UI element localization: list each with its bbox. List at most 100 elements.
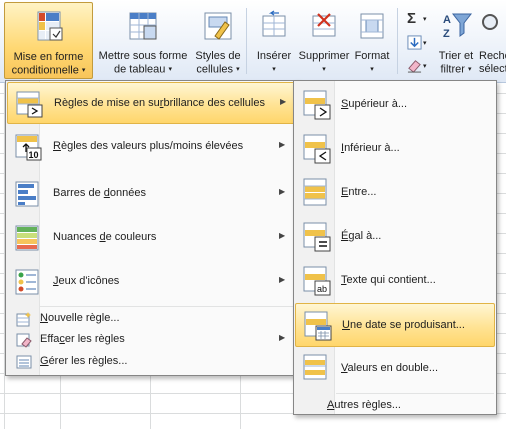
conditional-formatting-button[interactable]: Mise en forme conditionnelle ▾ [4, 2, 93, 79]
dropdown-caret: ▾ [272, 66, 276, 73]
sort-filter-icon: A Z [443, 13, 473, 40]
submenu-item-label: Égal à... [341, 230, 382, 242]
cell-styles-button[interactable]: Styles de cellules ▾ [193, 2, 243, 79]
submenu-item-text-contains[interactable]: ab Texte qui contient... [295, 259, 495, 303]
svg-text:Z: Z [443, 28, 450, 40]
menu-item-new-rule[interactable]: Nouvelle règle... [7, 308, 297, 329]
menu-item-color-scales[interactable]: Nuances de couleurs ▶ [7, 217, 297, 259]
sort-filter-button[interactable]: A Z Trier et filtrer ▾ [433, 2, 479, 79]
color-scales-icon [15, 225, 39, 251]
manage-rules-icon [16, 355, 32, 369]
delete-label: Supprimer ▾ [298, 50, 350, 73]
top-bottom-rules-icon: 10 [15, 134, 42, 161]
less-than-icon [303, 134, 331, 164]
conditional-formatting-menu: Règles de mise en surbrillance des cellu… [5, 80, 299, 376]
submenu-item-label: Valeurs en double... [341, 362, 439, 374]
insert-label: Insérer ▾ [256, 50, 292, 73]
menu-item-top-bottom-rules[interactable]: 10 Règles des valeurs plus/moins élevées… [7, 126, 297, 168]
menu-separator [40, 306, 296, 307]
dropdown-caret: ▾ [322, 66, 326, 73]
data-bars-icon [15, 181, 39, 207]
ribbon: Mise en forme conditionnelle ▾ Mettre so… [0, 0, 506, 83]
highlight-cells-rules-submenu: Supérieur à... Inférieur à... Entre... É… [293, 80, 497, 415]
submenu-arrow-icon: ▶ [279, 187, 286, 196]
ribbon-group-separator [397, 8, 398, 74]
menu-item-label: Règles de mise en surbrillance des cellu… [54, 97, 265, 109]
eraser-icon [407, 60, 422, 73]
menu-item-label: Gérer les règles... [40, 355, 128, 367]
menu-item-label: Barres de données [53, 187, 146, 199]
find-icon [482, 14, 498, 30]
ribbon-group-separator [246, 8, 247, 74]
fill-down-icon [407, 35, 422, 50]
conditional-formatting-label: Mise en forme conditionnelle ▾ [11, 51, 86, 77]
submenu-separator [336, 393, 494, 394]
submenu-item-more-rules[interactable]: Autres règles... [327, 399, 401, 411]
sigma-icon: Σ [407, 10, 417, 27]
cell-styles-label: Styles de cellules ▾ [195, 50, 241, 76]
clear-rules-icon [16, 333, 32, 348]
submenu-item-between[interactable]: Entre... [295, 171, 495, 215]
equal-to-icon [303, 222, 331, 252]
submenu-item-label: Inférieur à... [341, 142, 400, 154]
submenu-item-duplicate-values[interactable]: Valeurs en double... [295, 347, 495, 391]
greater-than-icon [303, 90, 331, 120]
insert-cells-icon [262, 10, 286, 37]
dropdown-caret: ▾ [423, 16, 427, 23]
submenu-item-label: Supérieur à... [341, 98, 408, 110]
menu-item-label: Effacer les règles [40, 333, 125, 345]
between-icon [303, 178, 327, 206]
submenu-item-label: Une date se produisant... [342, 319, 465, 331]
menu-item-highlight-cells-rules[interactable]: Règles de mise en surbrillance des cellu… [7, 82, 297, 124]
format-as-table-icon [129, 12, 157, 40]
dropdown-caret: ▾ [423, 40, 427, 47]
menu-item-manage-rules[interactable]: Gérer les règles... [7, 351, 297, 372]
format-as-table-label: Mettre sous forme de tableau ▾ [98, 50, 188, 76]
find-select-label: Reche sélect [479, 50, 506, 75]
find-select-button[interactable]: Reche sélect [479, 2, 506, 79]
menu-item-label: Nuances de couleurs [53, 231, 157, 243]
submenu-item-label: Texte qui contient... [341, 274, 436, 286]
menu-item-label: Nouvelle règle... [40, 312, 120, 324]
conditional-formatting-icon [37, 11, 62, 41]
text-contains-icon: ab [303, 266, 331, 296]
delete-cells-icon [312, 13, 336, 37]
submenu-arrow-icon: ▶ [280, 97, 287, 106]
submenu-arrow-icon: ▶ [279, 333, 286, 342]
delete-button[interactable]: Supprimer ▾ [298, 2, 350, 79]
new-rule-icon [16, 312, 31, 327]
submenu-item-less-than[interactable]: Inférieur à... [295, 127, 495, 171]
dropdown-caret: ▾ [423, 63, 427, 70]
dropdown-caret: ▾ [168, 66, 172, 73]
submenu-item-date-occurring[interactable]: Une date se produisant... [295, 303, 495, 347]
sort-filter-label: Trier et filtrer ▾ [438, 50, 474, 76]
svg-text:ab: ab [317, 284, 327, 294]
submenu-item-equal-to[interactable]: Égal à... [295, 215, 495, 259]
menu-item-data-bars[interactable]: Barres de données ▶ [7, 173, 297, 215]
highlight-cells-rules-icon [16, 91, 43, 118]
submenu-arrow-icon: ▶ [279, 140, 286, 149]
dropdown-caret: ▾ [468, 66, 472, 73]
menu-item-clear-rules[interactable]: Effacer les règles ▶ [7, 329, 297, 350]
menu-item-label: Règles des valeurs plus/moins élevées [53, 140, 244, 152]
format-button[interactable]: Format ▾ [351, 2, 393, 79]
format-as-table-button[interactable]: Mettre sous forme de tableau ▾ [95, 2, 191, 79]
dropdown-caret: ▾ [236, 66, 240, 73]
submenu-arrow-icon: ▶ [279, 275, 286, 284]
clear-button[interactable]: ▾ [405, 58, 431, 76]
duplicate-values-icon [303, 354, 327, 380]
format-label: Format ▾ [354, 50, 390, 73]
insert-button[interactable]: Insérer ▾ [251, 2, 297, 79]
submenu-item-greater-than[interactable]: Supérieur à... [295, 83, 495, 127]
menu-item-label: Jeux d'icônes [53, 275, 120, 287]
svg-text:10: 10 [29, 150, 39, 160]
icon-sets-icon [15, 269, 39, 295]
date-occurring-icon [304, 311, 332, 341]
format-cells-icon [360, 13, 384, 39]
submenu-arrow-icon: ▶ [279, 231, 286, 240]
fill-button[interactable]: ▾ [405, 35, 431, 53]
autosum-button[interactable]: Σ ▾ [405, 10, 431, 30]
dropdown-caret: ▾ [370, 66, 374, 73]
submenu-item-label: Entre... [341, 186, 377, 198]
menu-item-icon-sets[interactable]: Jeux d'icônes ▶ [7, 261, 297, 303]
